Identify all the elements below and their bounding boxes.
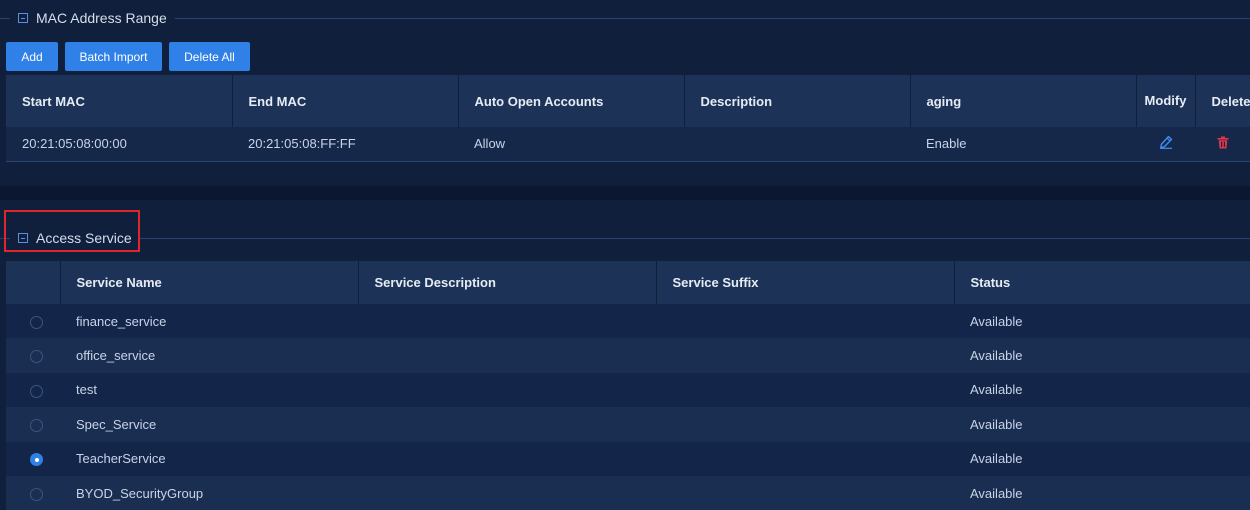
collapse-icon[interactable] <box>18 13 28 23</box>
service-name-cell: Spec_Service <box>76 416 157 432</box>
select-cell <box>6 407 60 441</box>
section-divider <box>0 18 1250 19</box>
service-name-cell: TeacherService <box>76 451 166 467</box>
service-name-cell: BYOD_SecurityGroup <box>76 485 204 501</box>
table-row[interactable]: finance_service Available <box>6 304 1250 339</box>
service-suffix-cell <box>656 407 954 441</box>
collapse-icon[interactable] <box>18 233 28 243</box>
service-suffix-cell <box>656 442 954 476</box>
column-header-service-suffix[interactable]: Service Suffix <box>656 261 955 304</box>
service-description-cell <box>358 407 656 441</box>
trash-icon[interactable] <box>1217 136 1229 152</box>
section-divider <box>0 238 1250 239</box>
column-header-start-mac[interactable]: Start MAC <box>6 75 233 127</box>
status-cell: Available <box>970 348 1023 364</box>
table-row[interactable]: office_service Available <box>6 338 1250 373</box>
status-cell: Available <box>970 382 1023 398</box>
radio-button[interactable] <box>30 487 43 501</box>
modify-cell <box>1136 127 1195 161</box>
service-name-cell: finance_service <box>76 313 167 329</box>
column-header-select <box>6 261 61 304</box>
description-cell <box>684 127 910 161</box>
table-row[interactable]: 20:21:05:08:00:00 20:21:05:08:FF:FF Allo… <box>6 127 1250 161</box>
service-suffix-cell <box>656 304 954 338</box>
service-suffix-cell <box>656 338 954 372</box>
status-cell: Available <box>970 416 1023 432</box>
radio-button[interactable] <box>30 418 43 432</box>
select-cell <box>6 304 60 338</box>
end-mac-cell: 20:21:05:08:FF:FF <box>248 136 356 152</box>
service-name-cell: test <box>76 382 97 398</box>
status-cell: Available <box>970 451 1023 467</box>
radio-button[interactable] <box>30 384 43 398</box>
radio-button[interactable] <box>30 315 43 329</box>
mac-range-section-header: MAC Address Range <box>0 7 1250 29</box>
service-description-cell <box>358 373 656 407</box>
radio-button[interactable] <box>30 350 43 364</box>
column-header-auto-open[interactable]: Auto Open Accounts <box>458 75 685 127</box>
service-description-cell <box>358 442 656 476</box>
select-cell <box>6 338 60 372</box>
pencil-icon[interactable] <box>1159 135 1173 152</box>
column-header-status[interactable]: Status <box>954 261 1250 304</box>
select-cell <box>6 442 60 476</box>
column-header-aging[interactable]: aging <box>910 75 1137 127</box>
column-header-service-name[interactable]: Service Name <box>60 261 359 304</box>
aging-cell: Enable <box>926 136 967 152</box>
table-header-row: Start MAC End MAC Auto Open Accounts Des… <box>6 75 1250 127</box>
table-row[interactable]: TeacherService Available <box>6 441 1250 476</box>
batch-import-button[interactable]: Batch Import <box>65 42 162 71</box>
service-suffix-cell <box>656 373 954 407</box>
column-header-modify: Modify <box>1136 75 1196 127</box>
status-cell: Available <box>970 313 1023 329</box>
add-button[interactable]: Add <box>6 42 58 71</box>
service-description-cell <box>358 304 656 338</box>
start-mac-cell: 20:21:05:08:00:00 <box>22 136 127 152</box>
status-cell: Available <box>970 485 1023 501</box>
table-row[interactable]: Spec_Service Available <box>6 407 1250 442</box>
service-description-cell <box>358 338 656 372</box>
table-row[interactable]: BYOD_SecurityGroup Available <box>6 475 1250 510</box>
column-header-end-mac[interactable]: End MAC <box>232 75 459 127</box>
access-service-section-header: Access Service <box>0 227 1250 249</box>
mac-range-section-title[interactable]: MAC Address Range <box>10 7 175 29</box>
mac-range-title-text: MAC Address Range <box>36 10 167 26</box>
select-cell <box>6 476 60 510</box>
service-name-cell: office_service <box>76 348 156 364</box>
column-header-description[interactable]: Description <box>684 75 911 127</box>
column-header-service-description[interactable]: Service Description <box>358 261 657 304</box>
mac-range-table: Start MAC End MAC Auto Open Accounts Des… <box>6 75 1250 162</box>
service-suffix-cell <box>656 476 954 510</box>
radio-button-selected[interactable] <box>30 453 43 467</box>
column-header-delete: Delete <box>1195 75 1250 127</box>
section-separator <box>0 186 1250 200</box>
auto-open-cell: Allow <box>474 136 506 152</box>
service-description-cell <box>358 476 656 510</box>
delete-cell <box>1195 127 1250 161</box>
access-service-section-title[interactable]: Access Service <box>10 227 140 249</box>
delete-all-button[interactable]: Delete All <box>169 42 250 71</box>
access-service-title-text: Access Service <box>36 230 132 246</box>
table-header-row: Service Name Service Description Service… <box>6 261 1250 304</box>
table-row[interactable]: test Available <box>6 372 1250 408</box>
select-cell <box>6 373 60 407</box>
access-service-table: Service Name Service Description Service… <box>6 261 1250 510</box>
